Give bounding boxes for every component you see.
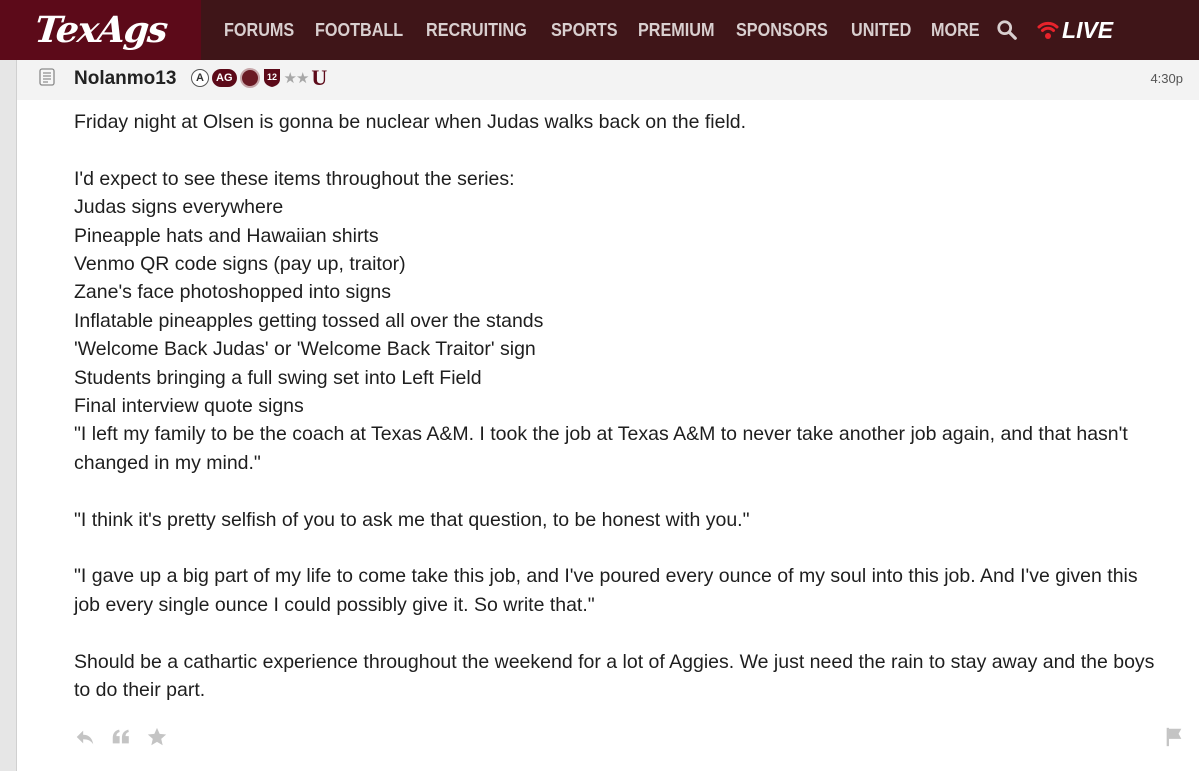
nav-item-united[interactable]: UNITED bbox=[851, 20, 911, 41]
post-line bbox=[74, 136, 1184, 164]
post-line: Pineapple hats and Hawaiian shirts bbox=[74, 224, 379, 247]
site-logo-link[interactable]: TexAgs bbox=[0, 0, 201, 60]
nav-item-forums[interactable]: FORUMS bbox=[224, 20, 294, 41]
nav-item-football[interactable]: FOOTBALL bbox=[315, 20, 403, 41]
post-line: changed in my mind." bbox=[74, 451, 261, 474]
post-line: job every single ounce I could possibly … bbox=[74, 593, 595, 616]
nav-item-sponsors[interactable]: SPONSORS bbox=[736, 20, 828, 41]
nav-item-more[interactable]: MORE bbox=[931, 20, 980, 41]
document-icon bbox=[39, 68, 55, 86]
post-line: Should be a cathartic experience through… bbox=[74, 650, 1155, 673]
nav-item-recruiting[interactable]: RECRUITING bbox=[426, 20, 527, 41]
search-icon[interactable] bbox=[996, 19, 1018, 41]
nav-item-sports[interactable]: SPORTS bbox=[551, 20, 618, 41]
live-broadcast-icon bbox=[1037, 21, 1059, 39]
main-nav: FORUMS FOOTBALL RECRUITING SPORTS PREMIU… bbox=[224, 0, 1113, 60]
post-line: "I left my family to be the coach at Tex… bbox=[74, 423, 1128, 446]
post-line: Judas signs everywhere bbox=[74, 196, 284, 219]
post-body: Friday night at Olsen is gonna be nuclea… bbox=[74, 108, 1184, 704]
reply-icon[interactable] bbox=[74, 726, 96, 748]
post-actions bbox=[74, 726, 168, 748]
quote-icon[interactable] bbox=[110, 726, 132, 748]
badge-12-shield-icon: 12 bbox=[263, 69, 280, 87]
user-badges: A AG 12 ★★ U bbox=[191, 65, 328, 90]
forum-post: Nolanmo13 A AG 12 ★★ U 4:30p Friday nigh… bbox=[16, 60, 1199, 771]
nav-item-premium[interactable]: PREMIUM bbox=[638, 20, 715, 41]
flag-icon[interactable] bbox=[1163, 726, 1185, 748]
post-line: to do their part. bbox=[74, 679, 206, 702]
post-line: "I think it's pretty selfish of you to a… bbox=[74, 508, 750, 531]
site-logo: TexAgs bbox=[32, 9, 169, 51]
post-line: Venmo QR code signs (pay up, traitor) bbox=[74, 253, 406, 276]
post-line: Inflatable pineapples getting tossed all… bbox=[74, 309, 544, 332]
post-username[interactable]: Nolanmo13 bbox=[74, 68, 176, 90]
star-icon[interactable] bbox=[146, 726, 168, 748]
badge-ag: AG bbox=[212, 69, 237, 87]
post-line bbox=[74, 534, 1184, 562]
post-line: "I gave up a big part of my life to come… bbox=[74, 565, 1138, 588]
post-line bbox=[74, 619, 1184, 647]
post-line: Students bringing a full swing set into … bbox=[74, 366, 482, 389]
badge-12-text: 12 bbox=[266, 72, 276, 82]
top-navigation-bar: TexAgs FORUMS FOOTBALL RECRUITING SPORTS… bbox=[0, 0, 1199, 60]
post-timestamp: 4:30p bbox=[1150, 71, 1183, 86]
live-label: LIVE bbox=[1062, 16, 1114, 43]
badge-emblem-icon bbox=[239, 68, 260, 88]
badge-u: U bbox=[311, 65, 328, 90]
post-line: I'd expect to see these items throughout… bbox=[74, 167, 515, 190]
post-line: 'Welcome Back Judas' or 'Welcome Back Tr… bbox=[74, 338, 536, 361]
live-link[interactable]: LIVE bbox=[1036, 17, 1113, 44]
post-line bbox=[74, 477, 1184, 505]
post-line: Friday night at Olsen is gonna be nuclea… bbox=[74, 111, 747, 133]
post-line: Final interview quote signs bbox=[74, 395, 304, 418]
post-header: Nolanmo13 A AG 12 ★★ U 4:30p bbox=[17, 60, 1199, 100]
post-line: Zane's face photoshopped into signs bbox=[74, 281, 392, 304]
badge-a: A bbox=[191, 69, 209, 87]
badge-stars-icon: ★★ bbox=[283, 69, 310, 87]
